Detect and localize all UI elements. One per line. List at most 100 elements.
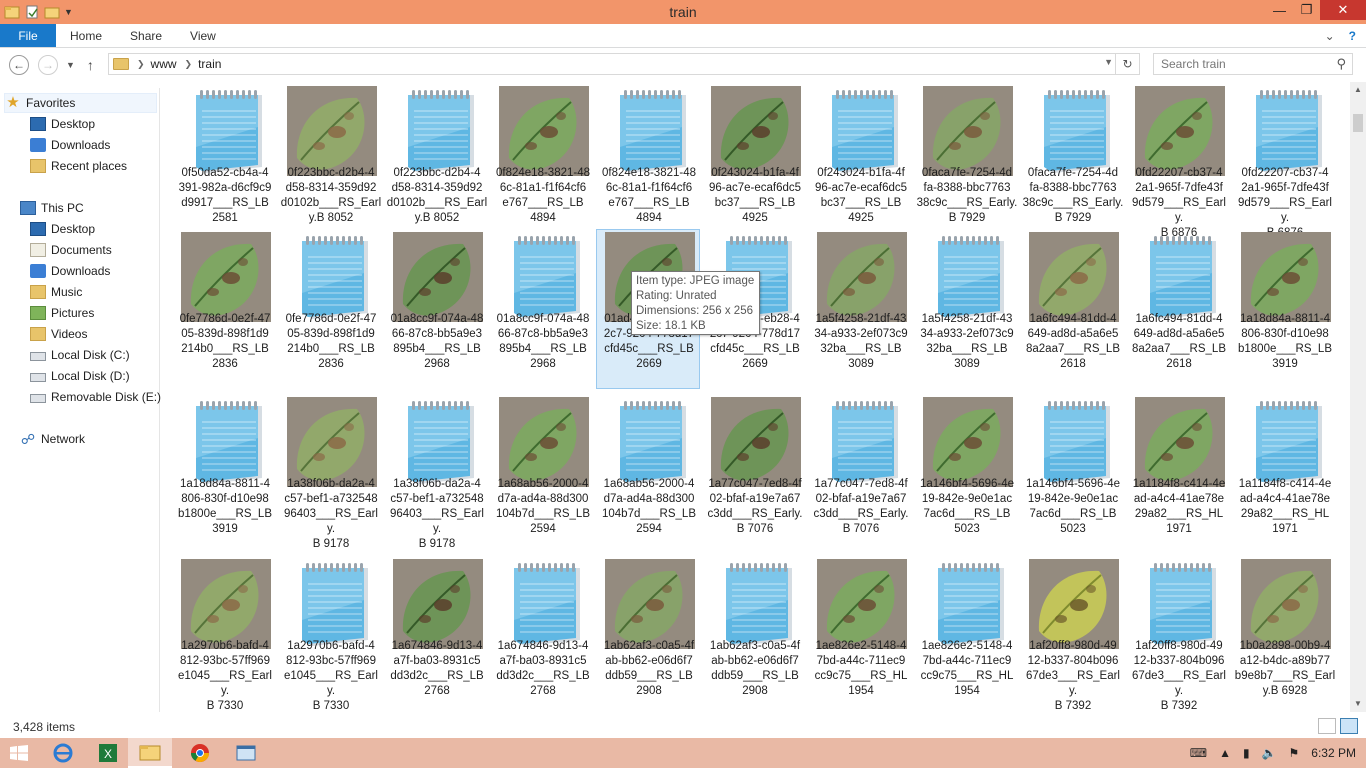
image-file-item[interactable]: 0f243024-b1fa-4f 96-ac7e-ecaf6dc5 bc37__… <box>702 83 806 243</box>
chrome-icon[interactable] <box>178 738 222 768</box>
excel-icon[interactable]: X <box>86 738 130 768</box>
text-file-item[interactable]: 1a77c047-7ed8-4f 02-bfaf-a19e7a67 c3dd__… <box>808 394 912 554</box>
image-file-item[interactable]: 1a5f4258-21df-43 34-a933-2ef073c9 32ba__… <box>808 229 912 389</box>
refresh-icon[interactable]: ↻ <box>1115 54 1139 74</box>
text-file-item[interactable]: 1a38f06b-da2a-4 c57-bef1-a732548 96403__… <box>384 394 488 554</box>
breadcrumb-train[interactable]: train <box>198 57 221 71</box>
scroll-down-icon[interactable]: ▼ <box>1350 696 1366 712</box>
text-file-item[interactable]: 1af20ff8-980d-49 12-b337-804b096 67de3__… <box>1126 556 1230 712</box>
tab-view[interactable]: View <box>176 24 230 47</box>
volume-icon[interactable]: 🔈 <box>1262 746 1277 760</box>
address-dropdown-icon[interactable]: ▼ <box>1104 57 1113 67</box>
explorer-window-icon[interactable] <box>224 738 268 768</box>
nav-thispc[interactable]: This PC <box>20 198 178 218</box>
search-input[interactable]: Search train ⚲ <box>1153 53 1353 75</box>
file-explorer-icon[interactable] <box>128 738 172 768</box>
text-file-item[interactable]: 1a2970b6-bafd-4 812-93bc-57ff969 e1045__… <box>278 556 382 712</box>
nav-network[interactable]: ☍ Network <box>20 429 178 449</box>
text-file-item[interactable]: 01a8cc9f-074a-48 66-87c8-bb5a9e3 895b4__… <box>490 229 594 389</box>
network-status-icon[interactable]: ▮ <box>1243 746 1250 760</box>
vertical-scrollbar[interactable]: ▲ ▼ <box>1350 82 1366 712</box>
tab-file[interactable]: File <box>0 24 56 47</box>
restore-icon[interactable]: ❐ <box>1293 0 1320 20</box>
nav-label: Music <box>51 285 83 299</box>
breadcrumb-separator-icon[interactable]: ❯ <box>185 59 193 70</box>
text-file-item[interactable]: 1a1184f8-c414-4e ad-a4c4-41ae78e 29a82__… <box>1232 394 1336 554</box>
leaf-thumbnail-icon <box>287 86 377 176</box>
image-file-item[interactable]: 1a38f06b-da2a-4 c57-bef1-a732548 96403__… <box>278 394 382 554</box>
text-file-item[interactable]: 0faca7fe-7254-4d fa-8388-bbc7763 38c9c__… <box>1020 83 1124 243</box>
leaf-thumbnail-icon <box>499 86 589 176</box>
nav-favorites[interactable]: ★ Favorites <box>4 93 157 113</box>
notepad-file-icon <box>1150 563 1216 646</box>
close-icon[interactable]: ✕ <box>1320 0 1366 20</box>
text-file-item[interactable]: 0fd22207-cb37-4 2a1-965f-7dfe43f 9d579__… <box>1232 83 1336 243</box>
text-file-item[interactable]: 0f50da52-cb4a-4 391-982a-d6cf9c9 d9917__… <box>172 83 276 243</box>
qat-dropdown-icon[interactable]: ▼ <box>64 7 73 17</box>
image-file-item[interactable]: 0f223bbc-d2b4-4 d58-8314-359d92 d0102b__… <box>278 83 382 243</box>
file-name: 0f223bbc-d2b4-4 d58-8314-359d92 d0102b__… <box>386 167 488 224</box>
back-button[interactable]: ← <box>9 55 29 75</box>
image-file-item[interactable]: 1a146bf4-5696-4e 19-842e-9e0e1ac 7ac6d__… <box>914 394 1018 554</box>
forward-button[interactable]: → <box>38 55 58 75</box>
text-file-item[interactable]: 0f223bbc-d2b4-4 d58-8314-359d92 d0102b__… <box>384 83 488 243</box>
new-folder-icon[interactable] <box>44 4 60 20</box>
image-file-item[interactable]: 0fd22207-cb37-4 2a1-965f-7dfe43f 9d579__… <box>1126 83 1230 243</box>
text-file-item[interactable]: 0f243024-b1fa-4f 96-ac7e-ecaf6dc5 bc37__… <box>808 83 912 243</box>
image-file-item[interactable]: 1a18d84a-8811-4 806-830f-d10e98 b1800e__… <box>1232 229 1336 389</box>
image-file-item[interactable]: 1a1184f8-c414-4e ad-a4c4-41ae78e 29a82__… <box>1126 394 1230 554</box>
breadcrumb-www[interactable]: www <box>151 57 177 71</box>
image-file-item[interactable]: 1b0a2898-00b9-4 a12-b4dc-a89b77 b9e8b7__… <box>1232 556 1336 712</box>
text-file-item[interactable]: 1a68ab56-2000-4 d7a-ad4a-88d300 104b7d__… <box>596 394 700 554</box>
details-view-icon[interactable] <box>1318 718 1336 734</box>
scroll-up-icon[interactable]: ▲ <box>1350 82 1366 98</box>
windows-start-icon[interactable] <box>10 745 28 761</box>
search-icon[interactable]: ⚲ <box>1336 56 1346 72</box>
leaf-thumbnail-icon <box>923 86 1013 176</box>
image-file-item[interactable]: 0fe7786d-0e2f-47 05-839d-898f1d9 214b0__… <box>172 229 276 389</box>
expand-ribbon-icon[interactable]: ⌄ <box>1325 29 1335 43</box>
image-file-item[interactable]: 01a8cc9f-074a-48 66-87c8-bb5a9e3 895b4__… <box>384 229 488 389</box>
tab-home[interactable]: Home <box>56 24 116 47</box>
breadcrumb-separator-icon[interactable]: ❯ <box>137 59 145 70</box>
image-file-item[interactable]: 1ae826e2-5148-4 7bd-a44c-711ec9 cc9c75__… <box>808 556 912 712</box>
large-icons-view-icon[interactable] <box>1340 718 1358 734</box>
text-file-item[interactable]: 1ae826e2-5148-4 7bd-a44c-711ec9 cc9c75__… <box>914 556 1018 712</box>
show-hidden-icons-icon[interactable]: ▲ <box>1219 746 1231 760</box>
folder-app-icon[interactable] <box>4 4 20 20</box>
help-icon[interactable]: ? <box>1349 29 1356 43</box>
text-file-item[interactable]: 1a6fc494-81dd-4 649-ad8d-a5a6e5 8a2aa7__… <box>1126 229 1230 389</box>
tab-share[interactable]: Share <box>116 24 176 47</box>
image-file-item[interactable]: 0f824e18-3821-48 6c-81a1-f1f64cf6 e767__… <box>490 83 594 243</box>
leaf-thumbnail-icon <box>287 397 377 487</box>
image-file-item[interactable]: 1a68ab56-2000-4 d7a-ad4a-88d300 104b7d__… <box>490 394 594 554</box>
scroll-thumb[interactable] <box>1353 114 1363 132</box>
image-file-item[interactable]: 1a77c047-7ed8-4f 02-bfaf-a19e7a67 c3dd__… <box>702 394 806 554</box>
image-file-item[interactable]: 1a6fc494-81dd-4 649-ad8d-a5a6e5 8a2aa7__… <box>1020 229 1124 389</box>
text-file-item[interactable]: 1a146bf4-5696-4e 19-842e-9e0e1ac 7ac6d__… <box>1020 394 1124 554</box>
text-file-item[interactable]: 0f824e18-3821-48 6c-81a1-f1f64cf6 e767__… <box>596 83 700 243</box>
nav-label: Local Disk (C:) <box>51 348 130 362</box>
keyboard-icon[interactable]: ⌨ <box>1190 746 1207 760</box>
ie-icon[interactable] <box>41 738 85 768</box>
image-file-item[interactable]: 1a674846-9d13-4 a7f-ba03-8931c5 dd3d2c__… <box>384 556 488 712</box>
text-file-item[interactable]: 1a18d84a-8811-4 806-830f-d10e98 b1800e__… <box>172 394 276 554</box>
image-file-item[interactable]: 1ab62af3-c0a5-4f ab-bb62-e06d6f7 ddb59__… <box>596 556 700 712</box>
notepad-file-icon <box>302 563 368 646</box>
flag-icon[interactable]: ⚑ <box>1289 746 1300 760</box>
text-file-item[interactable]: 1a5f4258-21df-43 34-a933-2ef073c9 32ba__… <box>914 229 1018 389</box>
up-button[interactable]: ↑ <box>87 57 94 73</box>
minimize-icon[interactable]: — <box>1266 0 1293 20</box>
image-file-item[interactable]: 0faca7fe-7254-4d fa-8388-bbc7763 38c9c__… <box>914 83 1018 243</box>
address-bar[interactable]: ❯ www ❯ train ▼ ↻ <box>108 53 1140 75</box>
file-name: 0f243024-b1fa-4f 96-ac7e-ecaf6dc5 bc37__… <box>708 167 802 224</box>
image-file-item[interactable]: 1a2970b6-bafd-4 812-93bc-57ff969 e1045__… <box>172 556 276 712</box>
text-file-item[interactable]: 0fe7786d-0e2f-47 05-839d-898f1d9 214b0__… <box>278 229 382 389</box>
clock[interactable]: 6:32 PM <box>1311 746 1356 760</box>
recent-locations-icon[interactable]: ▼ <box>66 60 75 70</box>
text-file-item[interactable]: 1a674846-9d13-4 a7f-ba03-8931c5 dd3d2c__… <box>490 556 594 712</box>
text-file-item[interactable]: 1ab62af3-c0a5-4f ab-bb62-e06d6f7 ddb59__… <box>702 556 806 712</box>
properties-icon[interactable] <box>24 4 40 20</box>
image-file-item[interactable]: 1af20ff8-980d-49 12-b337-804b096 67de3__… <box>1020 556 1124 712</box>
file-name: 01a8cc9f-074a-48 66-87c8-bb5a9e3 895b4__… <box>496 313 590 370</box>
